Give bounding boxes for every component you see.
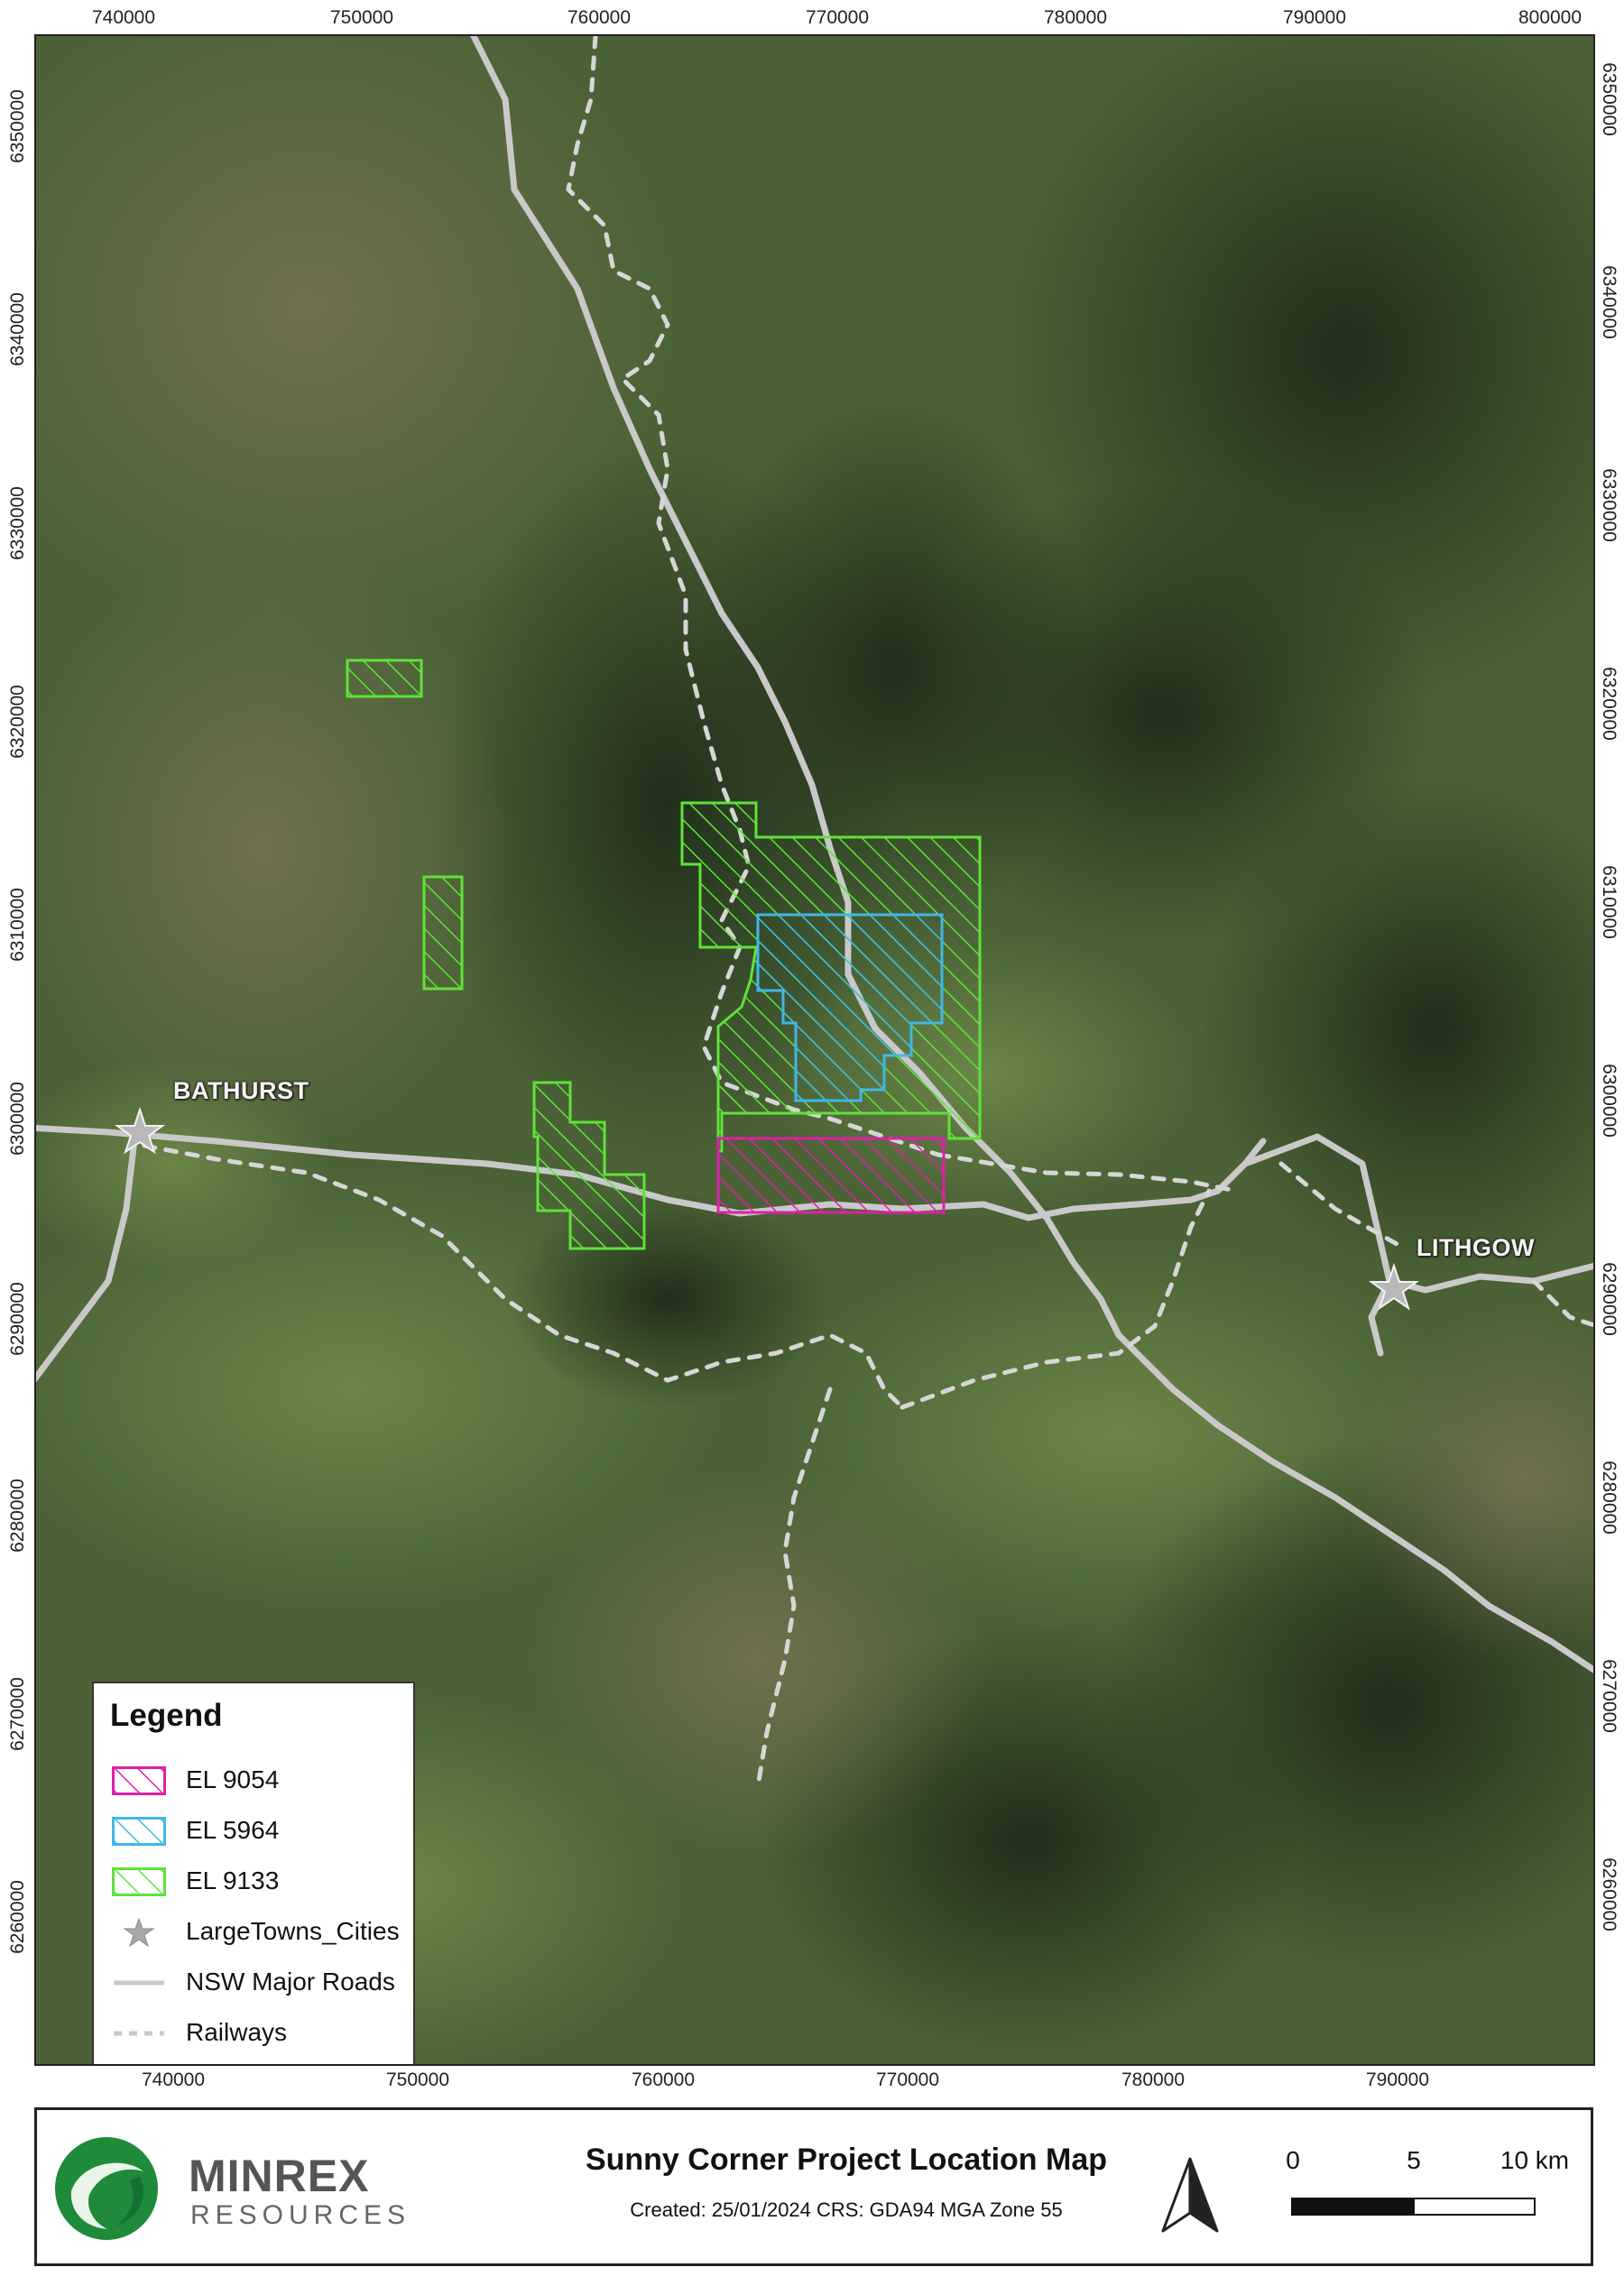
y-tick-left: 6300000	[7, 1082, 28, 1156]
town-label-bathurst: BATHURST	[173, 1077, 309, 1104]
x-tick-top: 800000	[1518, 7, 1582, 28]
y-tick-left: 6330000	[7, 486, 28, 560]
hatch-swatch-icon	[112, 1766, 166, 1795]
scale-label: 5	[1407, 2146, 1421, 2174]
x-tick-bottom: 760000	[631, 2069, 696, 2090]
solid-line-icon	[114, 1980, 164, 1986]
legend-label: EL 5964	[186, 1816, 280, 1844]
x-tick-bottom: 790000	[1365, 2069, 1430, 2090]
y-tick-right: 6300000	[1599, 1064, 1619, 1138]
map-metadata: Created: 25/01/2024 CRS: GDA94 MGA Zone …	[630, 2198, 1063, 2221]
scale-label: 10 km	[1499, 2146, 1570, 2174]
y-tick-right: 6260000	[1599, 1857, 1619, 1931]
x-tick-top: 770000	[805, 7, 870, 28]
y-tick-left: 6320000	[7, 685, 28, 759]
legend-label: Railways	[186, 2018, 288, 2046]
legend-panel: Legend EL 9054 EL 5964 EL 9133 LargeTown…	[92, 1682, 415, 2064]
x-tick-bottom: 740000	[141, 2069, 206, 2090]
scale-bar: 0 5 10 km	[1264, 2146, 1580, 2245]
y-tick-right: 6320000	[1599, 667, 1619, 741]
logo-name: MINREX	[189, 2151, 370, 2201]
north-arrow-icon	[1161, 2157, 1219, 2233]
x-tick-bottom: 780000	[1121, 2069, 1186, 2090]
legend-item-el9133[interactable]: EL 9133	[106, 1864, 404, 1900]
x-tick-top: 750000	[329, 7, 394, 28]
x-tick-top: 780000	[1043, 7, 1108, 28]
legend-item-el5964[interactable]: EL 5964	[106, 1813, 404, 1849]
y-tick-left: 6350000	[7, 89, 28, 163]
y-tick-right: 6290000	[1599, 1262, 1619, 1336]
legend-title: Legend	[110, 1698, 223, 1733]
y-tick-left: 6290000	[7, 1282, 28, 1356]
legend-label: LargeTowns_Cities	[186, 1917, 400, 1945]
minrex-logo-icon	[55, 2137, 158, 2240]
legend-label: EL 9054	[186, 1765, 280, 1793]
y-tick-right: 6330000	[1599, 468, 1619, 542]
y-tick-left: 6280000	[7, 1479, 28, 1553]
map-title: Sunny Corner Project Location Map	[585, 2143, 1108, 2177]
map-footer: MINREX RESOURCES Sunny Corner Project Lo…	[34, 2107, 1593, 2266]
x-tick-top: 740000	[91, 7, 156, 28]
hatch-swatch-icon	[112, 1867, 166, 1896]
y-tick-right: 6350000	[1599, 62, 1619, 136]
x-tick-top: 790000	[1282, 7, 1347, 28]
dashed-line-icon	[114, 2031, 164, 2036]
el-9054-polygon[interactable]	[716, 1137, 946, 1214]
y-tick-right: 6270000	[1599, 1659, 1619, 1733]
hatch-swatch-icon	[112, 1817, 166, 1846]
el-9133-block[interactable]	[346, 659, 423, 698]
scale-label: 0	[1286, 2146, 1300, 2174]
logo-subtitle: RESOURCES	[190, 2200, 411, 2230]
town-label-lithgow: LITHGOW	[1416, 1234, 1535, 1261]
legend-label: EL 9133	[186, 1866, 280, 1894]
scale-bar-graphic	[1291, 2198, 1536, 2216]
x-tick-bottom: 750000	[385, 2069, 450, 2090]
map-viewport[interactable]: BATHURST LITHGOW Legend EL 9054 EL 5964 …	[34, 34, 1595, 2066]
legend-label: NSW Major Roads	[186, 1968, 395, 1995]
y-tick-left: 6270000	[7, 1677, 28, 1751]
y-tick-right: 6340000	[1599, 265, 1619, 339]
legend-item-towns[interactable]: LargeTowns_Cities	[106, 1914, 404, 1950]
legend-item-railways[interactable]: Railways	[106, 2015, 404, 2051]
y-tick-left: 6340000	[7, 292, 28, 366]
y-tick-right: 6280000	[1599, 1461, 1619, 1535]
el-9133-block[interactable]	[422, 875, 464, 991]
x-tick-top: 760000	[567, 7, 632, 28]
y-tick-left: 6260000	[7, 1880, 28, 1954]
x-tick-bottom: 770000	[875, 2069, 940, 2090]
y-tick-right: 6310000	[1599, 865, 1619, 939]
legend-item-el9054[interactable]: EL 9054	[106, 1763, 404, 1799]
legend-item-roads[interactable]: NSW Major Roads	[106, 1965, 404, 2001]
y-tick-left: 6310000	[7, 888, 28, 962]
star-icon	[123, 1918, 155, 1947]
